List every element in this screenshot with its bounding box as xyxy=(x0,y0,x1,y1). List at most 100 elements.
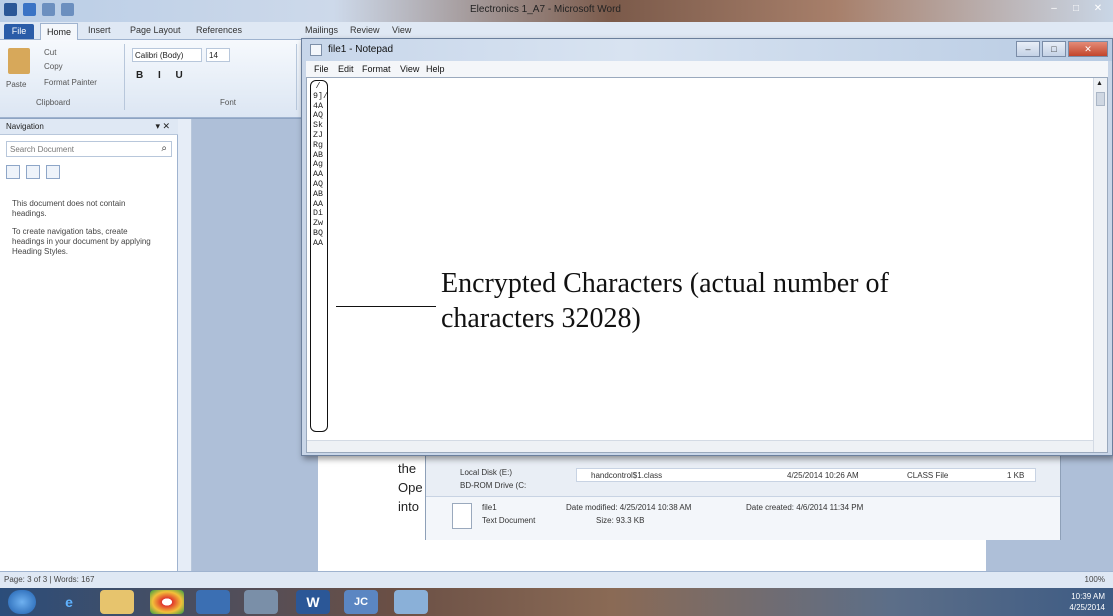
format-painter-button[interactable]: Format Painter xyxy=(44,78,97,87)
close-icon[interactable]: ▾ ✕ xyxy=(155,121,170,132)
close-icon[interactable]: ✕ xyxy=(1089,2,1107,16)
paste-icon[interactable] xyxy=(8,48,30,74)
horizontal-scrollbar[interactable] xyxy=(307,440,1093,452)
font-group-label: Font xyxy=(220,98,237,107)
window-title: Electronics 1_A7 - Microsoft Word xyxy=(470,4,621,15)
notepad-taskbar-icon[interactable] xyxy=(394,590,428,614)
maximize-icon[interactable]: □ xyxy=(1042,41,1066,57)
start-button-icon[interactable] xyxy=(8,590,36,614)
file-date: 4/25/2014 10:26 AM xyxy=(787,471,859,480)
menu-file[interactable]: File xyxy=(314,64,329,74)
file-row[interactable]: handcontrol$1.class 4/25/2014 10:26 AM C… xyxy=(576,468,1036,482)
pages-view-icon[interactable] xyxy=(26,165,40,179)
encrypted-characters-bracket xyxy=(310,80,328,432)
menu-help[interactable]: Help xyxy=(426,64,445,74)
media-icon[interactable] xyxy=(196,590,230,614)
tab-view[interactable]: View xyxy=(392,25,411,35)
notepad-icon xyxy=(310,44,322,56)
window-controls: – □ ✕ xyxy=(1045,2,1107,16)
maximize-icon[interactable]: □ xyxy=(1067,2,1085,16)
word-taskbar-icon[interactable]: W xyxy=(296,590,330,614)
document-line: the xyxy=(398,461,417,476)
text-file-icon xyxy=(452,503,472,529)
create-headings-text: To create navigation tabs, create headin… xyxy=(12,227,151,256)
file-explorer-icon[interactable] xyxy=(100,590,134,614)
system-clock[interactable]: 10:39 AM 4/25/2014 xyxy=(1069,591,1105,613)
details-name: file1 xyxy=(482,503,497,512)
headings-view-icon[interactable] xyxy=(6,165,20,179)
notepad-text-area[interactable]: /9]/4AAQSkZJRgABAgAAAQABAADiZwBQAA Encry… xyxy=(306,77,1108,453)
page-count[interactable]: Page: 3 of 3 xyxy=(4,575,47,584)
details-size: Size: 93.3 KB xyxy=(596,516,645,525)
close-icon[interactable]: ✕ xyxy=(1068,41,1108,57)
scroll-thumb[interactable] xyxy=(1096,92,1105,106)
word-app-icon[interactable] xyxy=(4,3,17,16)
navigation-title: Navigation xyxy=(6,122,44,131)
navigation-pane: Navigation ▾ ✕ Search Document ⌕ This do… xyxy=(0,119,178,571)
details-pane: file1 Text Document Date modified: 4/25/… xyxy=(426,496,1060,540)
file-type: CLASS File xyxy=(907,471,949,480)
font-name-select[interactable]: Calibri (Body) xyxy=(132,48,202,62)
details-modified: Date modified: 4/25/2014 10:38 AM xyxy=(566,503,692,512)
bold-italic-underline-icons[interactable]: B I U xyxy=(136,70,189,81)
menu-format[interactable]: Format xyxy=(362,64,391,74)
encrypted-characters-annotation: Encrypted Characters (actual number of c… xyxy=(441,268,889,334)
results-view-icon[interactable] xyxy=(46,165,60,179)
drive-item[interactable]: Local Disk (E:) xyxy=(460,468,512,477)
explorer-window[interactable]: Local Disk (E:) BD-ROM Drive (C: handcon… xyxy=(425,445,1061,540)
internet-explorer-icon[interactable]: e xyxy=(52,590,86,614)
notepad-menu-bar: File Edit Format View Help xyxy=(306,61,1108,77)
search-input[interactable]: Search Document ⌕ xyxy=(6,141,172,157)
menu-edit[interactable]: Edit xyxy=(338,64,354,74)
app-icon[interactable] xyxy=(244,590,278,614)
undo-icon[interactable] xyxy=(42,3,55,16)
clock-time: 10:39 AM xyxy=(1071,592,1105,601)
word-count[interactable]: Words: 167 xyxy=(54,575,95,584)
notepad-window-controls: – □ ✕ xyxy=(1016,41,1108,57)
tab-page-layout[interactable]: Page Layout xyxy=(130,25,181,35)
notepad-title-bar: file1 - Notepad – □ ✕ xyxy=(302,39,1112,61)
taskbar: e W JC 10:39 AM 4/25/2014 xyxy=(0,588,1113,616)
file-size: 1 KB xyxy=(1007,471,1025,480)
jcreator-taskbar-icon[interactable]: JC xyxy=(344,590,378,614)
tab-insert[interactable]: Insert xyxy=(88,25,111,35)
notepad-title: file1 - Notepad xyxy=(328,44,394,55)
word-title-bar: Electronics 1_A7 - Microsoft Word – □ ✕ xyxy=(0,0,1113,22)
group-separator xyxy=(296,44,297,110)
status-left: Page: 3 of 3 | Words: 167 xyxy=(4,575,95,584)
document-text: the Ope into xyxy=(398,459,423,516)
navigation-view-buttons xyxy=(6,163,172,181)
notepad-window[interactable]: file1 - Notepad – □ ✕ File Edit Format V… xyxy=(301,38,1113,456)
copy-button[interactable]: Copy xyxy=(44,62,63,71)
paste-button[interactable]: Paste xyxy=(6,80,26,89)
status-bar: Page: 3 of 3 | Words: 167 100% xyxy=(0,571,1113,588)
font-size-select[interactable]: 14 xyxy=(206,48,230,62)
tab-file[interactable]: File xyxy=(4,24,34,39)
search-icon[interactable]: ⌕ xyxy=(161,143,167,154)
group-separator xyxy=(124,44,125,110)
drive-item[interactable]: BD-ROM Drive (C: xyxy=(460,481,526,490)
search-placeholder: Search Document xyxy=(10,145,75,154)
cut-button[interactable]: Cut xyxy=(44,48,56,57)
minimize-icon[interactable]: – xyxy=(1016,41,1040,57)
menu-view[interactable]: View xyxy=(400,64,419,74)
chrome-icon[interactable] xyxy=(150,590,184,614)
tab-review[interactable]: Review xyxy=(350,25,380,35)
zoom-level[interactable]: 100% xyxy=(1085,575,1105,584)
tab-mailings[interactable]: Mailings xyxy=(305,25,338,35)
document-line: into xyxy=(398,499,419,514)
tab-references[interactable]: References xyxy=(196,25,242,35)
clipboard-group-label: Clipboard xyxy=(36,98,71,107)
details-created: Date created: 4/6/2014 11:34 PM xyxy=(746,503,864,512)
minimize-icon[interactable]: – xyxy=(1045,2,1063,16)
navigation-message: This document does not contain headings.… xyxy=(12,199,162,257)
no-headings-text: This document does not contain headings. xyxy=(12,199,126,218)
tab-home[interactable]: Home xyxy=(40,23,78,40)
save-icon[interactable] xyxy=(23,3,36,16)
redo-icon[interactable] xyxy=(61,3,74,16)
scroll-up-icon[interactable]: ▲ xyxy=(1096,80,1103,87)
document-line: Ope xyxy=(398,480,423,495)
vertical-scrollbar[interactable]: ▲ xyxy=(1093,78,1107,452)
navigation-header: Navigation ▾ ✕ xyxy=(0,119,178,135)
file-name: handcontrol$1.class xyxy=(591,471,663,480)
